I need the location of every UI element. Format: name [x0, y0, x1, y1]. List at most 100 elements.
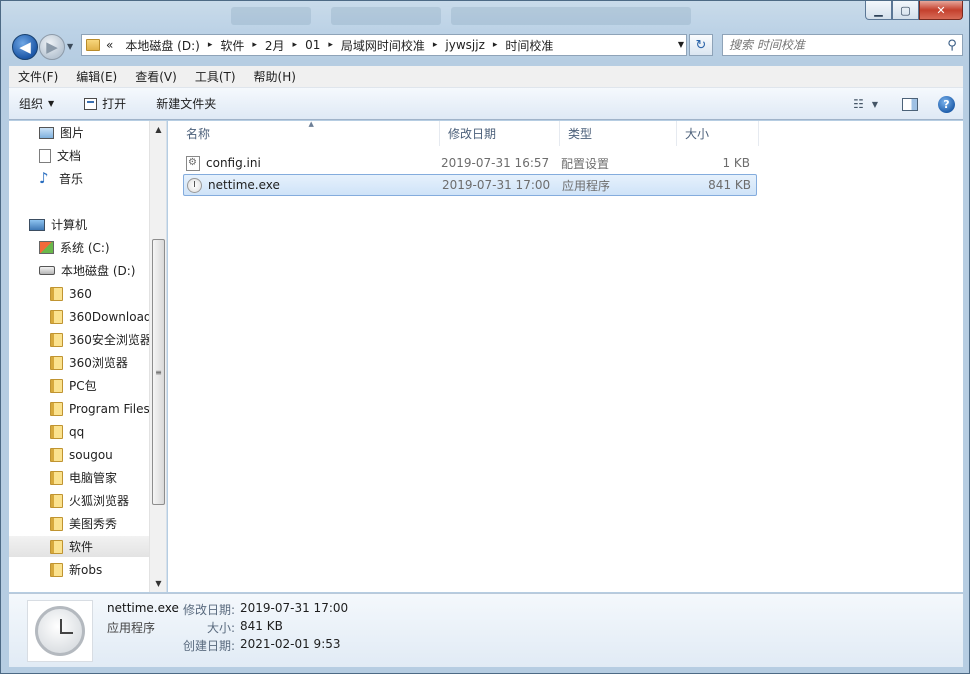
change-view-button[interactable]: ☷ ▼: [853, 97, 878, 111]
sidebar-folder-selected[interactable]: 软件: [9, 536, 149, 557]
sidebar-folder[interactable]: sougou: [50, 444, 113, 465]
refresh-icon: ↻: [695, 37, 707, 53]
column-header-date[interactable]: 修改日期: [440, 121, 560, 146]
search-icon[interactable]: ⚲: [942, 38, 962, 53]
sidebar-folder[interactable]: 360安全浏览器: [50, 329, 149, 350]
clock-app-icon: [187, 177, 202, 193]
breadcrumb-item[interactable]: 时间校准: [499, 37, 559, 54]
folder-icon: [50, 447, 63, 462]
breadcrumb-separator-icon[interactable]: ▸: [291, 40, 300, 50]
file-thumbnail: [27, 600, 93, 662]
folder-icon: [86, 39, 100, 51]
folder-icon: [50, 539, 63, 554]
maximize-button[interactable]: ▢: [892, 1, 919, 20]
recent-pages-dropdown[interactable]: ▼: [67, 42, 73, 51]
column-header-name[interactable]: 名称 ▲: [178, 120, 440, 146]
breadcrumb-item[interactable]: 本地磁盘 (D:): [119, 37, 205, 54]
breadcrumb-separator-icon[interactable]: ▸: [206, 40, 215, 50]
sidebar-folder[interactable]: Program Files: [50, 398, 149, 419]
sidebar-item-label: 360: [69, 286, 92, 301]
navigation-scrollbar[interactable]: ▲ ≡ ▼: [149, 121, 166, 592]
title-bar-glass: [451, 7, 691, 25]
breadcrumb-overflow[interactable]: «: [100, 38, 119, 52]
sidebar-folder[interactable]: 360浏览器: [50, 352, 128, 373]
menu-file[interactable]: 文件(F): [9, 68, 67, 85]
sidebar-item-label: PC包: [69, 379, 97, 393]
file-row[interactable]: config.ini 2019-07-31 16:57 配置设置 1 KB: [183, 152, 757, 174]
sidebar-folder[interactable]: 美图秀秀: [50, 513, 117, 534]
sidebar-item-label: 电脑管家: [69, 471, 118, 485]
new-folder-button[interactable]: 新建文件夹: [138, 95, 228, 112]
search-box[interactable]: ⚲: [722, 34, 963, 56]
breadcrumb-separator-icon[interactable]: ▸: [326, 40, 335, 50]
column-header-label: 修改日期: [448, 127, 497, 141]
sidebar-item-documents[interactable]: 文档: [39, 145, 81, 166]
sidebar-item-music[interactable]: ♪ 音乐: [39, 168, 83, 189]
breadcrumb-item[interactable]: 01: [299, 38, 326, 52]
navigation-pane: 图片 文档 ♪ 音乐 计算机 系统 (C:) 本地磁盘 (D:) 360 360…: [9, 121, 167, 592]
computer-icon: [29, 218, 45, 231]
details-file-name: nettime.exe: [107, 601, 179, 615]
file-row-selected[interactable]: nettime.exe 2019-07-31 17:00 应用程序 841 KB: [183, 174, 757, 196]
file-type: 配置设置: [561, 156, 610, 171]
scroll-up-icon[interactable]: ▲: [150, 121, 167, 138]
menu-help[interactable]: 帮助(H): [245, 68, 305, 85]
folder-icon: [50, 378, 63, 393]
breadcrumb-separator-icon[interactable]: ▸: [431, 40, 440, 50]
scrollbar-thumb[interactable]: ≡: [152, 239, 165, 505]
breadcrumb-item[interactable]: 软件: [214, 37, 250, 54]
help-icon[interactable]: ?: [938, 95, 955, 113]
refresh-button[interactable]: ↻: [689, 34, 713, 56]
sidebar-item-drive-c[interactable]: 系统 (C:): [39, 237, 110, 258]
breadcrumb-separator-icon[interactable]: ▸: [250, 40, 259, 50]
scroll-down-icon[interactable]: ▼: [150, 575, 167, 592]
breadcrumb-item[interactable]: 局域网时间校准: [335, 37, 431, 54]
preview-pane-icon[interactable]: [902, 97, 918, 111]
column-header-label: 名称: [186, 127, 211, 141]
sidebar-folder[interactable]: 电脑管家: [50, 467, 117, 488]
sidebar-item-drive-d[interactable]: 本地磁盘 (D:): [39, 260, 135, 281]
sidebar-item-label: 火狐浏览器: [69, 494, 130, 508]
sidebar-item-label: 360浏览器: [69, 356, 128, 370]
breadcrumb-item[interactable]: 2月: [259, 37, 291, 54]
folder-icon: [50, 424, 63, 439]
sidebar-item-computer[interactable]: 计算机: [29, 214, 87, 235]
menu-edit[interactable]: 编辑(E): [67, 68, 126, 85]
column-header-size[interactable]: 大小: [677, 121, 759, 146]
folder-icon: [50, 516, 63, 531]
file-name: config.ini: [206, 156, 261, 170]
sidebar-folder[interactable]: 火狐浏览器: [50, 490, 129, 511]
breadcrumb-item[interactable]: jywsjjz: [439, 38, 490, 52]
column-headers: 名称 ▲ 修改日期 类型 大小: [178, 120, 759, 146]
sidebar-folder[interactable]: 360Downloads: [50, 306, 149, 327]
sidebar-folder[interactable]: PC包: [50, 375, 97, 396]
organize-button[interactable]: 组织 ▼: [9, 95, 66, 112]
clock-minute-hand: [61, 632, 73, 634]
address-bar[interactable]: « 本地磁盘 (D:) ▸ 软件 ▸ 2月 ▸ 01 ▸ 局域网时间校准 ▸ j…: [81, 34, 687, 56]
back-button[interactable]: ◀: [12, 34, 38, 60]
sidebar-folder[interactable]: 360: [50, 283, 92, 304]
hard-drive-icon: [39, 266, 55, 275]
sidebar-item-label: 音乐: [59, 172, 84, 186]
sidebar-item-label: 图片: [60, 126, 85, 140]
address-dropdown-icon[interactable]: ▼: [678, 40, 684, 49]
command-bar-right: ☷ ▼ ?: [853, 88, 955, 120]
sidebar-folder[interactable]: qq: [50, 421, 84, 442]
menu-view[interactable]: 查看(V): [126, 68, 186, 85]
breadcrumb-separator-icon[interactable]: ▸: [491, 40, 500, 50]
close-button[interactable]: ✕: [919, 1, 963, 20]
details-created-value: 2021-02-01 9:53: [240, 637, 341, 651]
column-header-type[interactable]: 类型: [560, 121, 677, 146]
menu-tools[interactable]: 工具(T): [186, 68, 245, 85]
file-size: 841 KB: [708, 178, 751, 192]
file-name-cell: config.ini: [183, 155, 433, 171]
search-input[interactable]: [723, 38, 942, 52]
forward-button[interactable]: ▶: [39, 34, 65, 60]
open-button[interactable]: 打开: [66, 95, 138, 112]
minimize-button[interactable]: ▁: [865, 1, 892, 20]
sidebar-item-label: 360Downloads: [69, 309, 149, 324]
folder-icon: [50, 286, 63, 301]
sidebar-folder[interactable]: 新obs: [50, 559, 102, 580]
sidebar-item-pictures[interactable]: 图片: [39, 122, 84, 143]
sidebar-item-label: sougou: [69, 447, 113, 462]
